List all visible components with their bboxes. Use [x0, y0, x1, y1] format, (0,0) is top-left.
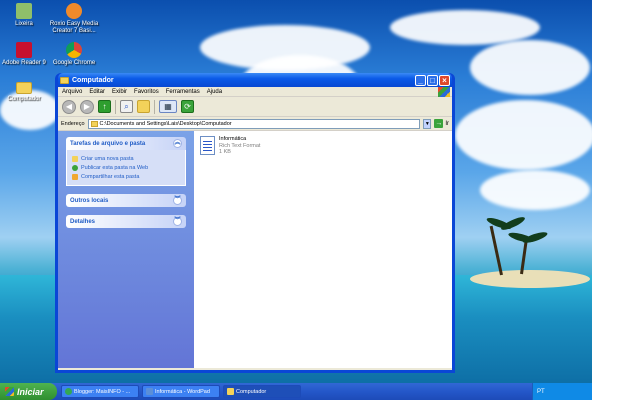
sync-button[interactable]: ⟳ — [181, 100, 194, 113]
menu-favoritos[interactable]: Favoritos — [134, 89, 159, 95]
task-share-folder[interactable]: Compartilhar esta pasta — [72, 172, 180, 181]
wordpad-document-icon — [200, 136, 215, 155]
task-pane: Tarefas de arquivo e pasta ︽ Criar uma n… — [58, 131, 194, 368]
folder-icon — [90, 120, 98, 127]
desktop-icon-label: Roxio Easy Media Creator 7 Basi... — [49, 21, 99, 34]
task-group-other-places: Outros locais ︾ — [66, 194, 186, 207]
back-button[interactable]: ◀ — [62, 99, 76, 114]
address-bar: Endereço C:\Documents and Settings\Lais\… — [58, 117, 452, 131]
up-arrow-icon: ↑ — [102, 102, 107, 111]
toolbar-separator — [154, 99, 155, 114]
menu-ferramentas[interactable]: Ferramentas — [166, 89, 200, 95]
window-title: Computador — [72, 76, 114, 84]
desktop-icon-label: Adobe Reader 9 — [2, 60, 46, 66]
screen-margin — [592, 0, 640, 400]
new-folder-icon — [72, 155, 78, 162]
folder-icon — [60, 76, 69, 84]
adobe-reader-icon — [16, 42, 32, 58]
folders-button[interactable] — [137, 100, 150, 113]
language-indicator[interactable]: PT — [537, 389, 545, 395]
roxio-icon — [66, 3, 82, 19]
task-publish-web[interactable]: Publicar esta pasta na Web — [72, 163, 180, 172]
share-folder-icon — [72, 173, 78, 180]
file-size: 1 KB — [219, 149, 231, 155]
views-icon: ▦ — [164, 102, 172, 111]
up-folder-button[interactable]: ↑ — [98, 100, 111, 113]
taskbar-item-label: Informática - WordPad — [155, 388, 210, 395]
taskbar-item-label: Blogger: MaisINFO - ... — [74, 388, 131, 395]
desktop-icon-roxio[interactable]: Roxio Easy Media Creator 7 Basi... — [46, 3, 102, 35]
search-icon: ⌕ — [124, 102, 129, 111]
back-icon: ◀ — [65, 101, 73, 111]
task-group-header[interactable]: Outros locais ︾ — [66, 194, 186, 207]
file-item[interactable]: Informática Rich Text Format 1 KB — [200, 136, 260, 156]
maximize-button[interactable]: □ — [427, 74, 438, 86]
start-button[interactable]: Iniciar — [0, 383, 57, 400]
menu-exibir[interactable]: Exibir — [112, 89, 127, 95]
collapse-chevron-icon[interactable]: ︽ — [173, 139, 182, 148]
expand-chevron-icon[interactable]: ︾ — [173, 217, 182, 226]
file-list: Informática Rich Text Format 1 KB — [194, 131, 452, 368]
sync-icon: ⟳ — [184, 102, 191, 111]
desktop-icon-computador[interactable]: Computador — [0, 82, 52, 103]
taskbar: Iniciar Blogger: MaisINFO - ... Informát… — [0, 383, 592, 400]
address-label: Endereço — [61, 120, 85, 127]
menu-bar: Arquivo Editar Exibir Favoritos Ferramen… — [58, 87, 452, 97]
task-new-folder[interactable]: Criar uma nova pasta — [72, 154, 180, 163]
task-group-title: Detalhes — [70, 218, 96, 225]
menu-arquivo[interactable]: Arquivo — [62, 89, 82, 95]
task-group-header[interactable]: Detalhes ︾ — [66, 215, 186, 228]
address-field[interactable]: C:\Documents and Settings\Lais\Desktop\C… — [87, 118, 421, 129]
desktop-icon-label: Google Chrome — [52, 60, 96, 66]
desktop-icon-label: Computador — [7, 96, 41, 102]
desktop-icon-chrome[interactable]: Google Chrome — [46, 42, 102, 67]
windows-logo-icon — [438, 87, 450, 97]
close-button[interactable]: × — [439, 74, 450, 86]
minimize-button[interactable]: _ — [415, 74, 426, 86]
forward-icon: ▶ — [83, 101, 91, 111]
toolbar-separator — [115, 99, 116, 114]
system-tray: PT — [532, 383, 592, 400]
forward-button[interactable]: ▶ — [80, 99, 94, 114]
publish-web-icon — [72, 164, 78, 171]
taskbar-item-computador[interactable]: Computador — [223, 385, 301, 398]
toolbar: ◀ ▶ ↑ ⌕ ▦ ⟳ — [58, 97, 452, 117]
search-button[interactable]: ⌕ — [120, 100, 133, 113]
start-label: Iniciar — [17, 386, 44, 397]
task-label: Publicar esta pasta na Web — [81, 164, 149, 171]
desktop-icon-recycle-bin[interactable]: Lixeira — [0, 3, 52, 28]
task-group-title: Tarefas de arquivo e pasta — [70, 140, 146, 147]
task-group-header[interactable]: Tarefas de arquivo e pasta ︽ — [66, 137, 186, 150]
go-arrow-icon: → — [434, 119, 444, 128]
explorer-window: Computador _ □ × Arquivo Editar Exibir F… — [55, 73, 455, 373]
taskbar-item-wordpad[interactable]: Informática - WordPad — [142, 385, 220, 398]
go-label: Ir — [445, 120, 449, 127]
task-group-details: Detalhes ︾ — [66, 215, 186, 228]
expand-chevron-icon[interactable]: ︾ — [173, 196, 182, 205]
chrome-icon — [66, 42, 82, 58]
chrome-icon — [65, 388, 72, 395]
desktop-icon-adobe-reader[interactable]: Adobe Reader 9 — [0, 42, 52, 67]
task-group-file-folder: Tarefas de arquivo e pasta ︽ Criar uma n… — [66, 137, 186, 186]
recycle-bin-icon — [16, 3, 32, 19]
address-value: C:\Documents and Settings\Lais\Desktop\C… — [99, 120, 232, 127]
windows-logo-icon — [5, 387, 14, 396]
address-dropdown-button[interactable]: ▼ — [423, 118, 432, 129]
window-titlebar[interactable]: Computador _ □ × — [58, 73, 452, 87]
folder-icon — [16, 82, 32, 94]
task-label: Compartilhar esta pasta — [81, 173, 140, 180]
taskbar-item-label: Computador — [236, 388, 267, 395]
task-group-title: Outros locais — [70, 197, 109, 204]
menu-ajuda[interactable]: Ajuda — [207, 89, 222, 95]
task-label: Criar uma nova pasta — [81, 155, 134, 162]
views-button[interactable]: ▦ — [159, 100, 177, 113]
menu-editar[interactable]: Editar — [89, 89, 105, 95]
desktop-icon-label: Lixeira — [15, 21, 33, 27]
go-button[interactable]: → Ir — [434, 119, 449, 128]
folder-icon — [227, 388, 234, 395]
taskbar-item-blogger[interactable]: Blogger: MaisINFO - ... — [61, 385, 139, 398]
wordpad-icon — [146, 388, 153, 395]
